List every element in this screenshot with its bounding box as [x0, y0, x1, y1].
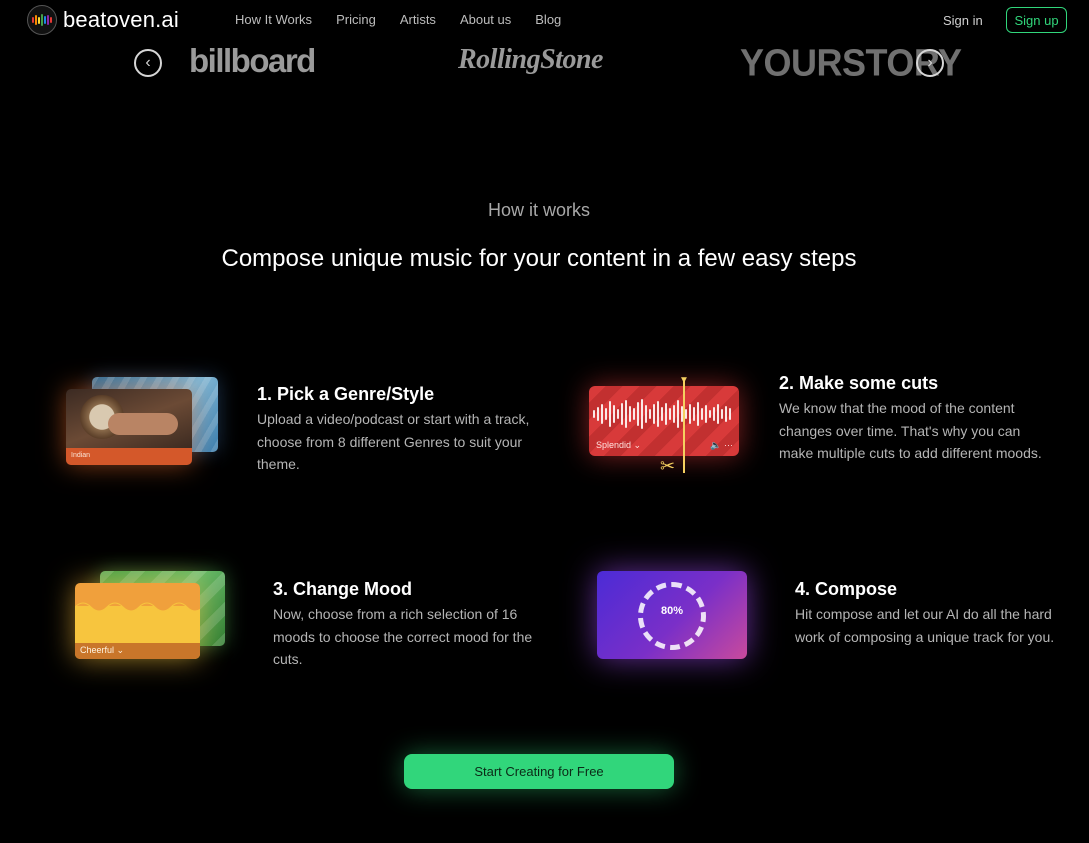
step-4-title: 4. Compose — [795, 579, 898, 599]
waveform-bar — [597, 407, 599, 421]
nav-link-artists[interactable]: Artists — [400, 12, 436, 27]
chevron-right-icon: › — [927, 54, 933, 71]
cut-line — [683, 378, 685, 473]
step-1-title: 1. Pick a Genre/Style — [257, 384, 435, 404]
waveform-bar — [621, 403, 623, 425]
press-logo-billboard: billboard — [189, 42, 316, 79]
hand-image — [108, 413, 178, 435]
waveform-bar — [729, 408, 731, 420]
waveform-bar — [605, 408, 607, 420]
waveform-bar — [637, 402, 639, 426]
mood-wave-graphic — [75, 597, 200, 612]
signin-link[interactable]: Sign in — [943, 13, 983, 28]
waveform-bar — [661, 407, 663, 421]
waveform-bar — [677, 400, 679, 428]
waveform-bar — [649, 409, 651, 419]
waveform-bar — [613, 405, 615, 423]
step-4-desc: Hit compose and let our AI do all the ha… — [795, 606, 1055, 645]
waveform-bar — [673, 405, 675, 423]
volume-more-icons: 🔈 ··· — [710, 440, 733, 450]
waveform-bars — [593, 398, 735, 430]
waveform-bar — [705, 405, 707, 423]
genre-card-label: Indian — [66, 448, 192, 465]
waveform-bar — [697, 402, 699, 426]
step-3-title: 3. Change Mood — [273, 579, 412, 599]
start-creating-button[interactable]: Start Creating for Free — [404, 754, 674, 789]
waveform-bar — [689, 404, 691, 424]
waveform-card: Splendid ⌄ 🔈 ··· — [589, 386, 739, 456]
waveform-bar — [601, 404, 603, 424]
mood-label-splendid: Splendid ⌄ — [596, 440, 642, 450]
waveform-bar — [701, 408, 703, 420]
cut-marker-icon: ▼ — [679, 375, 689, 386]
waveform-bar — [669, 408, 671, 420]
mood-card-front: Cheerful ⌄ — [75, 583, 200, 659]
nav-link-how-it-works[interactable]: How It Works — [235, 12, 312, 27]
waveform-bar — [717, 404, 719, 424]
waveform-bar — [721, 409, 723, 419]
scissors-icon: ✂ — [660, 456, 676, 476]
waveform-bar — [665, 403, 667, 425]
carousel-next-button[interactable]: › — [916, 49, 944, 77]
waveform-bar — [709, 410, 711, 418]
signup-button[interactable]: Sign up — [1006, 7, 1067, 33]
waveform-bar — [693, 407, 695, 421]
section-headline: Compose unique music for your content in… — [221, 245, 857, 272]
waveform-bar — [685, 409, 687, 419]
waveform-bar — [617, 409, 619, 419]
waveform-bar — [629, 406, 631, 422]
waveform-bar — [645, 405, 647, 423]
mood-label-cheerful: Cheerful ⌄ — [75, 643, 200, 659]
logo[interactable]: beatoven.ai — [27, 5, 179, 35]
waveform-bar — [609, 401, 611, 427]
step-2-title: 2. Make some cuts — [779, 373, 939, 393]
waveform-bar — [653, 404, 655, 424]
waveform-bar — [625, 400, 627, 428]
nav-link-pricing[interactable]: Pricing — [336, 12, 376, 27]
waveform-bar — [593, 410, 595, 418]
compose-progress-card: 80% — [597, 571, 747, 659]
waveform-bar — [633, 408, 635, 420]
waveform-bar — [657, 401, 659, 427]
chevron-left-icon: ‹ — [145, 54, 151, 71]
step-2-desc: We know that the mood of the content cha… — [779, 400, 1042, 461]
step-3-desc: Now, choose from a rich selection of 16 … — [273, 606, 533, 667]
nav-link-about-us[interactable]: About us — [460, 12, 511, 27]
genre-card-front: Indian — [66, 389, 192, 465]
logo-icon — [27, 5, 57, 35]
waveform-bar — [725, 406, 727, 422]
logo-text: beatoven.ai — [63, 7, 179, 32]
waveform-bar — [641, 399, 643, 429]
carousel-prev-button[interactable]: ‹ — [134, 49, 162, 77]
waveform-bar — [713, 407, 715, 421]
section-kicker: How it works — [487, 200, 590, 220]
press-logo-rollingstone: RollingStone — [458, 44, 603, 75]
step-1-desc: Upload a video/podcast or start with a t… — [257, 411, 530, 472]
progress-percent: 80% — [660, 605, 684, 617]
nav-link-blog[interactable]: Blog — [535, 12, 561, 27]
top-nav: beatoven.ai How It Works Pricing Artists… — [0, 0, 1089, 40]
nav-links: How It Works Pricing Artists About us Bl… — [235, 12, 585, 27]
